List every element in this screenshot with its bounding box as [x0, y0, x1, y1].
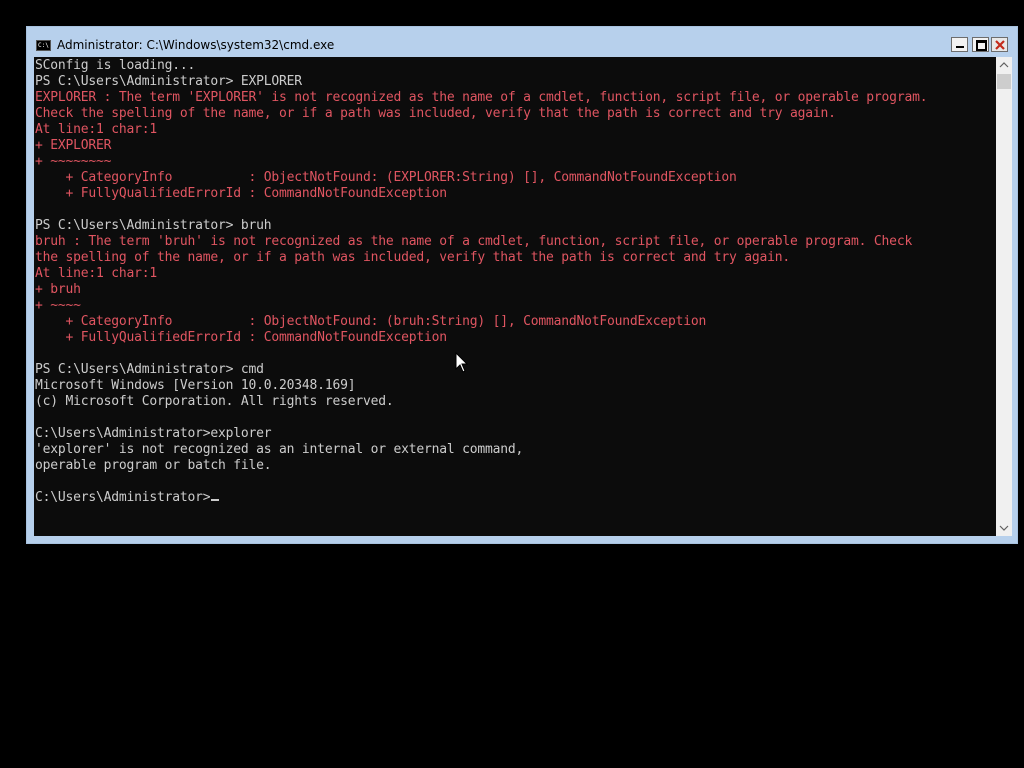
chevron-up-icon — [999, 62, 1009, 68]
text-cursor — [211, 499, 220, 501]
console-line: + ~~~~ — [35, 298, 927, 314]
console-line-text: (c) Microsoft Corporation. All rights re… — [35, 394, 394, 409]
console-line-text: + ~~~~ — [35, 298, 81, 313]
console-line: (c) Microsoft Corporation. All rights re… — [35, 394, 927, 410]
console-line-text: PS C:\Users\Administrator> bruh — [35, 218, 272, 233]
window-title: Administrator: C:\Windows\system32\cmd.e… — [57, 38, 335, 52]
console-line-text: operable program or batch file. — [35, 458, 272, 473]
console-line: C:\Users\Administrator>explorer — [35, 426, 927, 442]
console-line: + CategoryInfo : ObjectNotFound: (bruh:S… — [35, 314, 927, 330]
maximize-button[interactable] — [972, 37, 989, 52]
close-button[interactable] — [991, 37, 1008, 52]
title-bar[interactable]: C:\ Administrator: C:\Windows\system32\c… — [27, 27, 1017, 57]
console-line-text: C:\Users\Administrator>explorer — [35, 426, 272, 441]
console-line-text: PS C:\Users\Administrator> EXPLORER — [35, 74, 302, 89]
scroll-down-button[interactable] — [996, 519, 1012, 536]
vertical-scrollbar[interactable] — [996, 57, 1012, 536]
console-line: SConfig is loading... — [35, 58, 927, 74]
console-line: At line:1 char:1 — [35, 122, 927, 138]
console-line: PS C:\Users\Administrator> cmd — [35, 362, 927, 378]
console-line-text: PS C:\Users\Administrator> cmd — [35, 362, 264, 377]
console-line-text: + CategoryInfo : ObjectNotFound: (EXPLOR… — [35, 170, 737, 185]
console-line: PS C:\Users\Administrator> bruh — [35, 218, 927, 234]
scroll-up-button[interactable] — [996, 57, 1012, 74]
console-line: At line:1 char:1 — [35, 266, 927, 282]
console-line: + EXPLORER — [35, 138, 927, 154]
chevron-down-icon — [999, 525, 1009, 531]
console-line: PS C:\Users\Administrator> EXPLORER — [35, 74, 927, 90]
console-line: operable program or batch file. — [35, 458, 927, 474]
console-line-text: At line:1 char:1 — [35, 122, 158, 137]
console-line-text: 'explorer' is not recognized as an inter… — [35, 442, 524, 457]
console-line-text: the spelling of the name, or if a path w… — [35, 250, 791, 265]
console-line-text: + EXPLORER — [35, 138, 112, 153]
console-line: + ~~~~~~~~ — [35, 154, 927, 170]
close-icon — [995, 40, 1005, 50]
console-line-text: C:\Users\Administrator> — [35, 490, 211, 505]
console-line-text: At line:1 char:1 — [35, 266, 158, 281]
console-line-text: + CategoryInfo : ObjectNotFound: (bruh:S… — [35, 314, 707, 329]
minimize-button[interactable] — [951, 37, 968, 52]
console-line-text: + bruh — [35, 282, 81, 297]
console-line-text: + FullyQualifiedErrorId : CommandNotFoun… — [35, 186, 448, 201]
console-line-text: + FullyQualifiedErrorId : CommandNotFoun… — [35, 330, 448, 345]
console-line: EXPLORER : The term 'EXPLORER' is not re… — [35, 90, 928, 106]
console-line: + bruh — [35, 282, 927, 298]
cmd-icon: C:\ — [36, 40, 51, 51]
command-prompt-line: C:\Users\Administrator> — [35, 490, 927, 506]
console-line: + CategoryInfo : ObjectNotFound: (EXPLOR… — [35, 170, 927, 186]
console-line-text: EXPLORER : The term 'EXPLORER' is not re… — [35, 90, 928, 105]
console-line-text: + ~~~~~~~~ — [35, 154, 112, 169]
console-line: Check the spelling of the name, or if a … — [35, 106, 927, 122]
scroll-thumb[interactable] — [997, 74, 1011, 89]
console-output[interactable]: SConfig is loading... PS C:\Users\Adminis… — [34, 57, 996, 536]
console-line-text: SConfig is loading... — [35, 58, 196, 73]
console-line: Microsoft Windows [Version 10.0.20348.16… — [35, 378, 927, 394]
console-line: + FullyQualifiedErrorId : CommandNotFoun… — [35, 186, 927, 202]
console-line-text: bruh : The term 'bruh' is not recognized… — [35, 234, 913, 249]
console-line: bruh : The term 'bruh' is not recognized… — [35, 234, 927, 250]
cmd-window[interactable]: C:\ Administrator: C:\Windows\system32\c… — [26, 26, 1018, 544]
console-line: 'explorer' is not recognized as an inter… — [35, 442, 927, 458]
mouse-pointer-icon — [455, 352, 469, 373]
console-line-text: Microsoft Windows [Version 10.0.20348.16… — [35, 378, 356, 393]
console-lines: SConfig is loading... PS C:\Users\Adminis… — [35, 58, 928, 506]
console-line-text: Check the spelling of the name, or if a … — [35, 106, 836, 121]
console-line: + FullyQualifiedErrorId : CommandNotFoun… — [35, 330, 927, 346]
console-line: the spelling of the name, or if a path w… — [35, 250, 927, 266]
